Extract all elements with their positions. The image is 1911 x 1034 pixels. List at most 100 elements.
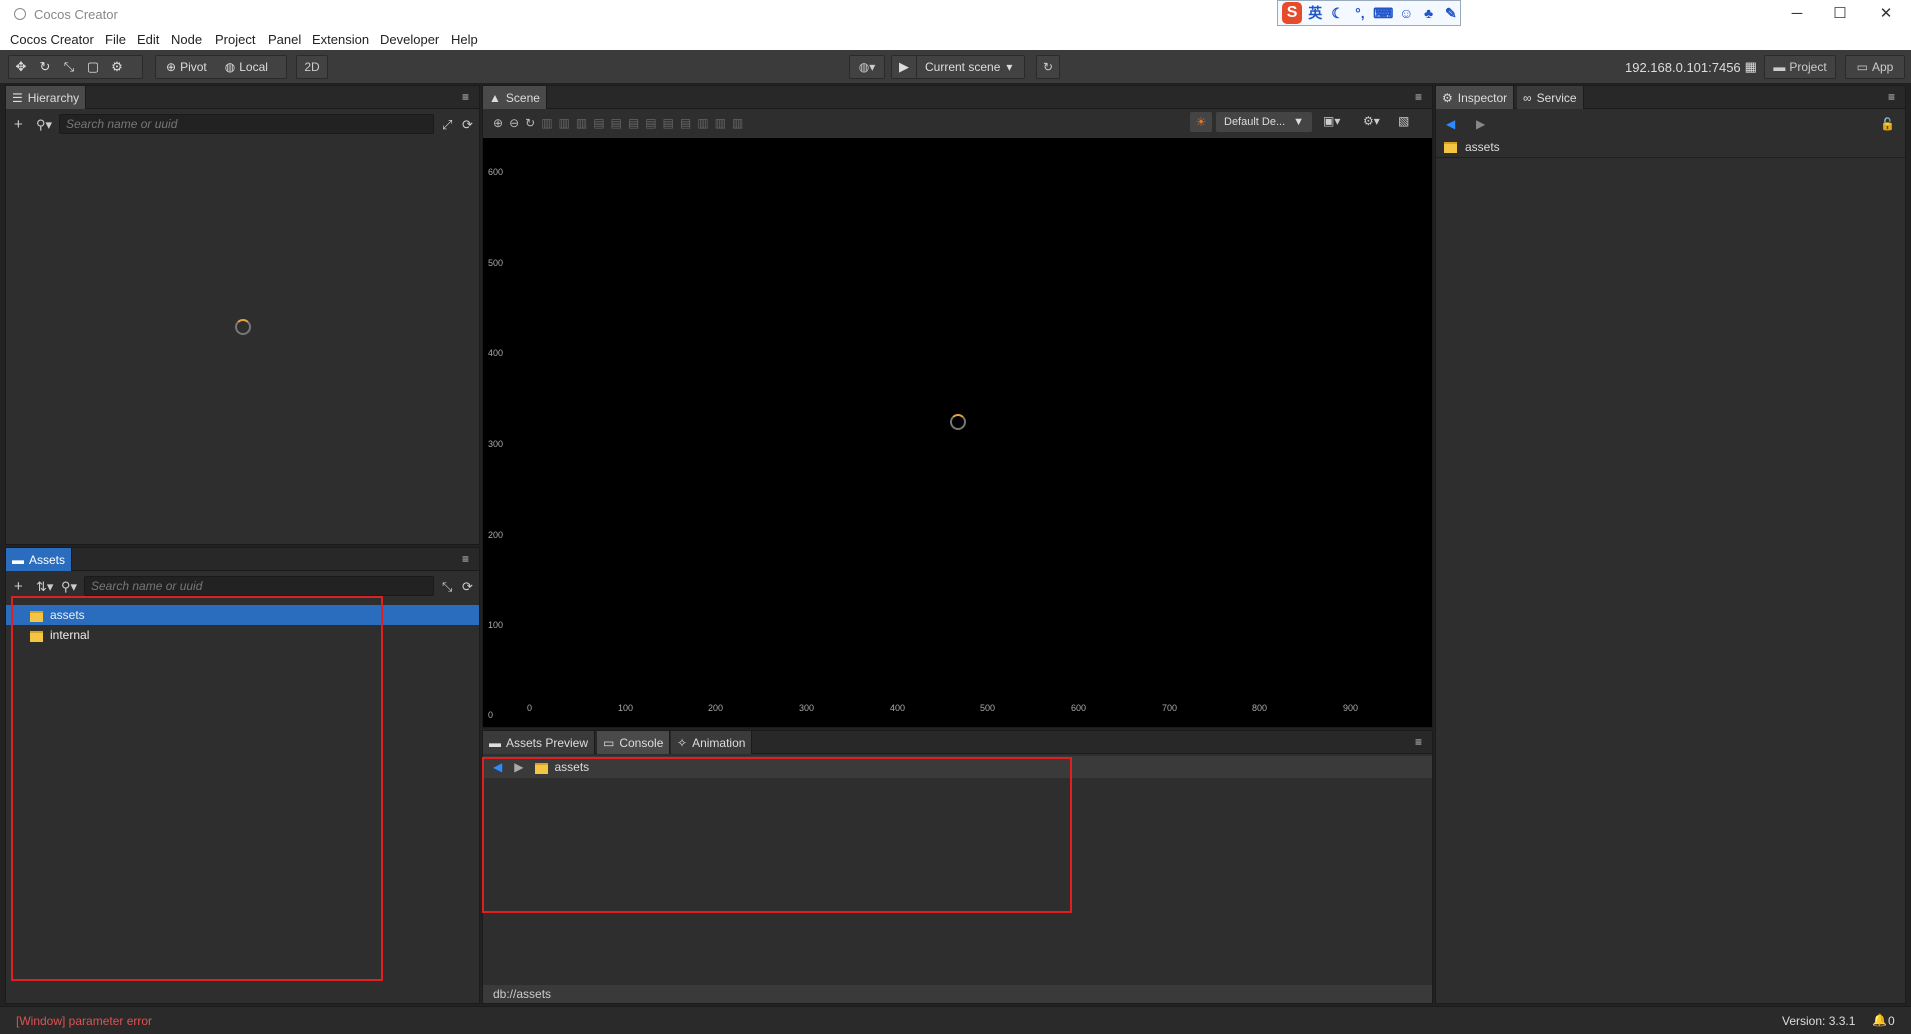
- tab-service[interactable]: ∞ Service: [1517, 86, 1584, 109]
- tab-console[interactable]: ▭ Console: [597, 731, 671, 754]
- scene-gear-icon[interactable]: ⚙▾: [1363, 114, 1380, 128]
- console-icon: ▭: [603, 735, 615, 750]
- tab-animation[interactable]: ✧ Animation: [671, 731, 753, 754]
- reset-view-icon[interactable]: ↻: [525, 116, 535, 130]
- punct-icon[interactable]: °,: [1351, 5, 1369, 21]
- moon-icon[interactable]: ☾: [1328, 5, 1346, 22]
- zoom-in-icon[interactable]: ⊕: [493, 116, 503, 130]
- menu-file[interactable]: File: [105, 32, 126, 47]
- light-toggle-icon[interactable]: ☀: [1190, 112, 1212, 132]
- sort-icon[interactable]: ⇅▾: [36, 579, 53, 595]
- hierarchy-refresh-icon[interactable]: ⟳: [462, 117, 473, 133]
- mode-2d-label: 2D: [304, 60, 320, 74]
- move-tool-icon[interactable]: ✥: [9, 56, 33, 78]
- preview-path: db://assets: [483, 985, 1432, 1003]
- close-button[interactable]: ✕: [1871, 4, 1901, 24]
- ime-language-label[interactable]: 英: [1306, 3, 1324, 23]
- scene-viewport[interactable]: 600 500 400 300 200 100 0 0 100 200 300 …: [483, 138, 1432, 727]
- collapse-all-icon[interactable]: ⤡: [442, 579, 452, 595]
- menu-help[interactable]: Help: [451, 32, 478, 47]
- maximize-button[interactable]: ☐: [1825, 4, 1855, 24]
- refresh-button[interactable]: ↻: [1036, 55, 1060, 79]
- x-tick: 500: [980, 703, 996, 713]
- menu-project[interactable]: Project: [215, 32, 255, 47]
- tab-assets[interactable]: ▬ Assets: [6, 548, 73, 571]
- keyboard-icon[interactable]: ⌨: [1373, 5, 1393, 22]
- inspector-back-icon[interactable]: ◀: [1446, 117, 1455, 131]
- scene-tab-label: Scene: [505, 90, 540, 105]
- inspector-gear-icon: ⚙: [1442, 90, 1453, 105]
- hierarchy-search-input[interactable]: Search name or uuid: [59, 114, 434, 134]
- status-error-message[interactable]: [Window] parameter error: [16, 1014, 152, 1028]
- scene-panel: ▲ Scene ≡ ⊕ ⊖ ↻ ▥▥▥▤▤▤▤▤▤▥▥▥ ☀ Default De…: [482, 85, 1433, 728]
- maximize-view-icon[interactable]: ▧: [1398, 114, 1409, 128]
- bell-icon[interactable]: 🔔: [1872, 1013, 1887, 1027]
- assets-menu-icon[interactable]: ≡: [462, 552, 469, 566]
- user-icon[interactable]: ☺: [1397, 5, 1415, 21]
- menu-edit[interactable]: Edit: [137, 32, 159, 47]
- camera-icon[interactable]: ▣▾: [1323, 114, 1340, 128]
- scale-tool-icon[interactable]: ⤡: [57, 56, 81, 78]
- shirt-icon[interactable]: ♣: [1419, 5, 1437, 21]
- scene-select[interactable]: Current scene ▾: [916, 56, 1012, 78]
- asset-search-filter-icon[interactable]: ⚲▾: [61, 579, 77, 595]
- x-tick: 400: [890, 703, 906, 713]
- ime-toolbar[interactable]: S 英 ☾ °, ⌨ ☺ ♣ ✎: [1277, 0, 1461, 26]
- expand-all-icon[interactable]: ⤢: [442, 117, 452, 133]
- assets-refresh-icon[interactable]: ⟳: [462, 579, 473, 595]
- x-tick: 900: [1343, 703, 1359, 713]
- add-node-icon[interactable]: +: [14, 116, 23, 133]
- rotate-tool-icon[interactable]: ↻: [33, 56, 57, 78]
- project-label: Project: [1789, 60, 1827, 74]
- pivot-icon: ⊕: [166, 60, 177, 74]
- project-button[interactable]: ▬ Project: [1764, 55, 1836, 79]
- align-tools-icon: ▥▥▥▤▤▤▤▤▤▥▥▥: [541, 116, 750, 130]
- inspector-item-label: assets: [1465, 139, 1500, 154]
- y-tick: 300: [488, 439, 504, 449]
- menu-cocos-creator[interactable]: Cocos Creator: [10, 32, 94, 47]
- inspector-menu-icon[interactable]: ≡: [1888, 90, 1895, 104]
- ip-address-label: 192.168.0.101:7456: [1625, 59, 1741, 75]
- tab-scene[interactable]: ▲ Scene: [483, 86, 547, 109]
- platform-button[interactable]: ◍▾: [849, 55, 885, 79]
- menu-node[interactable]: Node: [171, 32, 202, 47]
- search-filter-icon[interactable]: ⚲▾: [36, 117, 52, 133]
- y-tick: 100: [488, 620, 504, 630]
- scene-menu-icon[interactable]: ≡: [1415, 90, 1422, 104]
- play-icon[interactable]: ▶: [892, 56, 916, 78]
- tab-hierarchy[interactable]: ☰ Hierarchy: [6, 86, 87, 109]
- scene-tool-row: ⊕ ⊖ ↻ ▥▥▥▤▤▤▤▤▤▥▥▥: [493, 116, 749, 130]
- sogou-logo-icon[interactable]: S: [1282, 2, 1303, 24]
- inspector-asset-header: assets: [1436, 136, 1905, 158]
- menu-developer[interactable]: Developer: [380, 32, 439, 47]
- rect-tool-icon[interactable]: ▢: [81, 56, 105, 78]
- bottom-menu-icon[interactable]: ≡: [1415, 735, 1422, 749]
- refresh-icon: ↻: [1042, 60, 1054, 74]
- design-resolution-select[interactable]: Default De... ▼: [1216, 112, 1312, 132]
- pivot-button[interactable]: ⊕ Pivot: [156, 56, 207, 78]
- wrench-icon[interactable]: ✎: [1442, 5, 1460, 22]
- tab-assets-preview[interactable]: ▬ Assets Preview: [483, 731, 596, 754]
- assets-tab-label: Assets: [29, 552, 66, 567]
- inspector-panel: ⚙ Inspector ∞ Service ≡ ◀ ▶ 🔓 assets: [1435, 85, 1906, 1004]
- add-asset-icon[interactable]: +: [14, 578, 23, 595]
- notification-count: 0: [1888, 1014, 1895, 1028]
- minimize-button[interactable]: ─: [1782, 4, 1812, 24]
- app-button[interactable]: ▭ App: [1845, 55, 1905, 79]
- menu-extension[interactable]: Extension: [312, 32, 369, 47]
- app-logo-icon: [14, 8, 26, 20]
- inspector-forward-icon[interactable]: ▶: [1476, 117, 1485, 131]
- local-button[interactable]: ◍ Local: [207, 56, 268, 78]
- tab-inspector[interactable]: ⚙ Inspector: [1436, 86, 1515, 109]
- gear-tool-icon[interactable]: ⚙: [105, 56, 129, 78]
- globe-small-icon: ◍: [224, 60, 236, 74]
- mode-2d-button[interactable]: 2D: [296, 55, 328, 79]
- zoom-out-icon[interactable]: ⊖: [509, 116, 519, 130]
- y-tick: 500: [488, 258, 504, 268]
- lock-icon[interactable]: 🔓: [1880, 117, 1895, 131]
- ip-address[interactable]: 192.168.0.101:7456 ▦: [1625, 56, 1757, 78]
- menu-panel[interactable]: Panel: [268, 32, 301, 47]
- scene-tabs: ▲ Scene ≡: [483, 86, 1432, 109]
- hierarchy-menu-icon[interactable]: ≡: [462, 90, 469, 104]
- assets-search-input[interactable]: Search name or uuid: [84, 576, 434, 596]
